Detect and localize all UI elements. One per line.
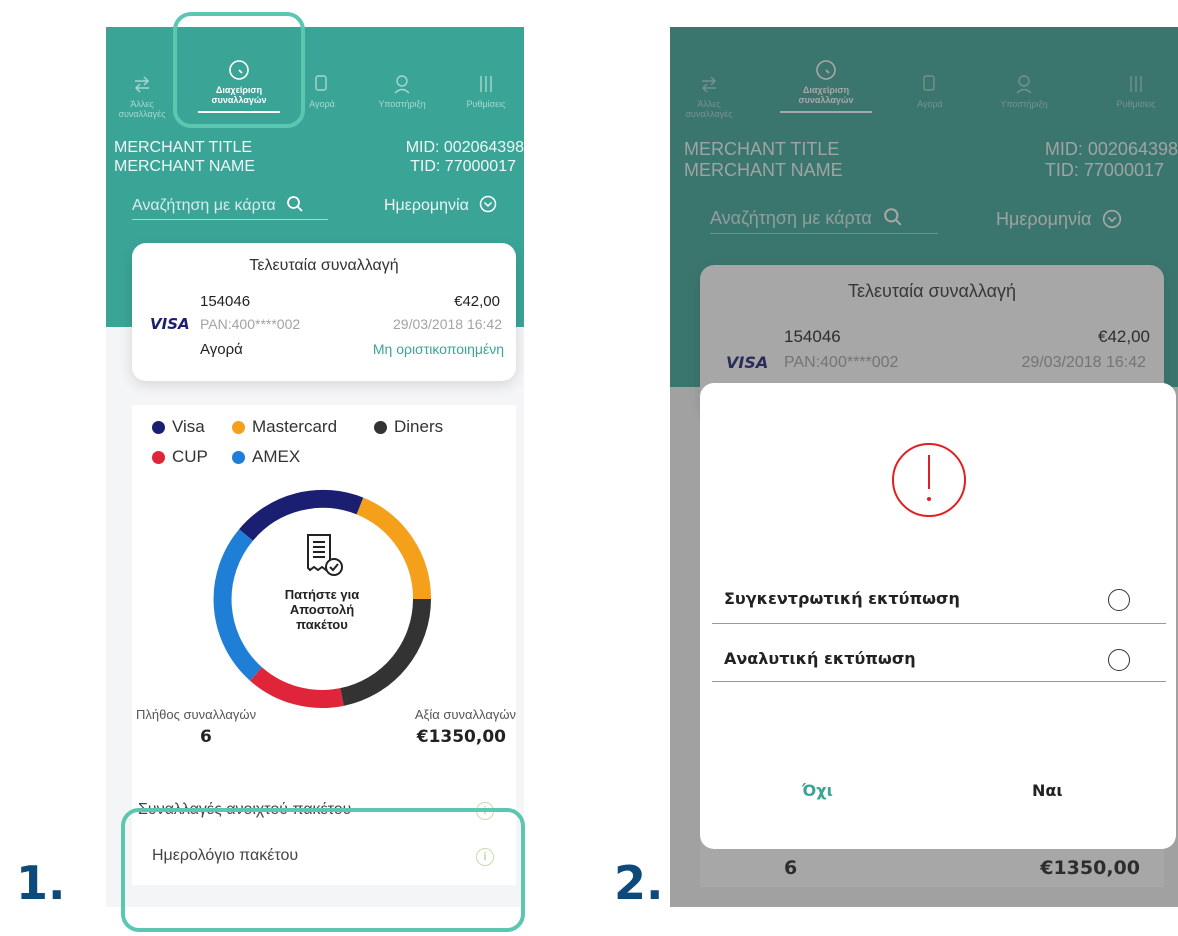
step-number-2: 2. (614, 856, 664, 910)
search-label: Αναζήτηση με κάρτα (132, 197, 276, 214)
search-icon (287, 196, 303, 212)
legend-item: Visa (152, 417, 205, 437)
phone-screen-main: Άλλες συναλλαγές Διαχείριση συναλλαγών Α… (106, 27, 524, 907)
divider (712, 681, 1166, 682)
merchant-name: MERCHANT NAME (114, 158, 256, 175)
print-options-dialog: Συγκεντρωτική εκτύπωση Αναλυτική εκτύπωσ… (700, 383, 1176, 849)
legend-dot (374, 420, 387, 434)
transaction-id: 154046 (200, 293, 251, 310)
top-nav: Άλλες συναλλαγές Διαχείριση συναλλαγών Α… (106, 47, 524, 125)
nav-label: Υποστήριξη (378, 99, 426, 109)
highlight-batch-log (121, 808, 525, 932)
sliders-icon (480, 76, 492, 92)
highlight-nav-tab (173, 12, 305, 128)
legend-label: AMEX (252, 447, 301, 466)
legend-item: AMEX (232, 447, 300, 467)
nav-item-purchase[interactable]: Αγορά (302, 73, 342, 109)
transaction-datetime: 29/03/2018 16:42 (393, 316, 502, 332)
search-by-card[interactable]: Αναζήτηση με κάρτα (132, 195, 328, 220)
no-button[interactable]: Όχι (802, 781, 833, 800)
transaction-type: Αγορά (200, 341, 243, 358)
date-label: Ημερομηνία (384, 197, 469, 214)
transaction-status: Μη οριστικοποιημένη (372, 341, 504, 357)
legend-label: Diners (394, 417, 444, 436)
last-transaction-card[interactable]: Τελευταία συναλλαγή 154046 €42,00 VISA P… (132, 243, 516, 381)
legend-item: Diners (374, 417, 443, 437)
legend-item: Mastercard (232, 417, 337, 437)
nav-label: Άλλες συναλλαγές (118, 99, 166, 119)
merchant-tid: TID: 77000017 (410, 158, 516, 175)
merchant-mid: MID: 002064398 (405, 139, 524, 156)
detailed-print-radio[interactable] (1108, 649, 1130, 671)
card-brand-donut[interactable] (210, 487, 434, 711)
transaction-pan: PAN:400****002 (200, 316, 301, 332)
phone-screen-dialog: Άλλες συναλλαγές Διαχείριση συναλλαγών Α… (670, 27, 1178, 907)
legend-label: Mastercard (252, 417, 338, 436)
divider (712, 623, 1166, 624)
merchant-title: MERCHANT TITLE (114, 139, 253, 156)
visa-logo: VISA (150, 315, 190, 333)
legend-dot (232, 450, 245, 464)
alert-icon (892, 443, 966, 517)
yes-button[interactable]: Ναι (1032, 781, 1063, 800)
card-title: Τελευταία συναλλαγή (249, 257, 399, 274)
legend-label: Visa (172, 417, 205, 436)
nav-label: Αγορά (309, 99, 335, 109)
transaction-amount: €42,00 (454, 293, 500, 310)
transaction-value-amount: €1350,00 (416, 727, 506, 747)
transfer-icon (134, 76, 150, 93)
summary-print-radio[interactable] (1108, 589, 1130, 611)
nav-label: Ρυθμίσεις (466, 99, 506, 109)
support-agent-icon (394, 75, 410, 94)
nav-item-other-transactions[interactable]: Άλλες συναλλαγές (110, 73, 174, 119)
nav-item-settings[interactable]: Ρυθμίσεις (452, 73, 520, 109)
legend-dot (152, 450, 165, 464)
legend-item: CUP (152, 447, 208, 467)
legend-label: CUP (172, 447, 208, 466)
step-number-1: 1. (16, 856, 66, 910)
legend-dot (152, 420, 165, 434)
chevron-down-circle-icon (480, 195, 497, 213)
hand-card-icon (315, 75, 327, 91)
transaction-count-value: 6 (200, 727, 212, 747)
legend-dot (232, 420, 245, 434)
tutorial-page: Άλλες συναλλαγές Διαχείριση συναλλαγών Α… (0, 0, 1178, 936)
summary-print-option[interactable]: Συγκεντρωτική εκτύπωση (724, 589, 960, 608)
date-filter[interactable]: Ημερομηνία (384, 195, 497, 215)
detailed-print-option[interactable]: Αναλυτική εκτύπωση (724, 649, 916, 668)
nav-item-support[interactable]: Υποστήριξη (368, 73, 436, 109)
